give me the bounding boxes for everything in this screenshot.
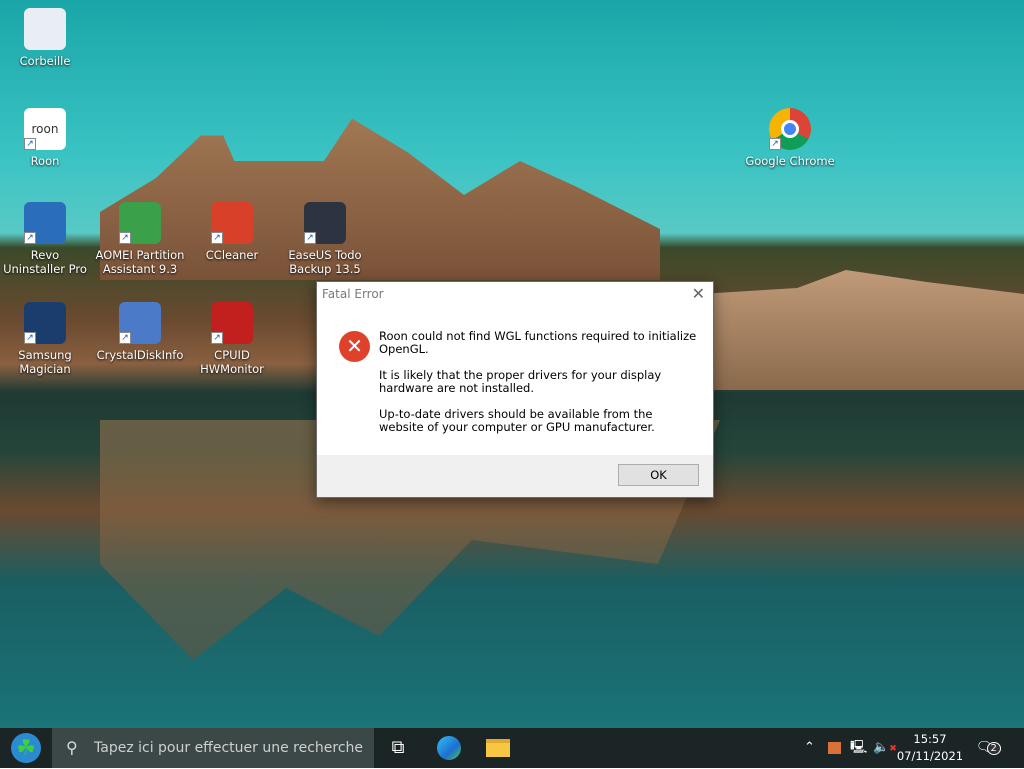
dialog-message: Roon could not find WGL functions requir… — [379, 330, 699, 447]
desktop-icon-label: CPUID HWMonitor — [200, 348, 264, 376]
time: 15:57 — [913, 732, 947, 746]
desktop-icon-label: AOMEI Partition Assistant 9.3 — [95, 248, 185, 276]
desktop-icon[interactable]: ↗ EaseUS Todo Backup 13.5 — [280, 202, 370, 276]
edge-icon[interactable] — [425, 728, 473, 768]
notification-center-icon[interactable]: 🗨2 — [976, 728, 1001, 768]
search-icon: ⚲ — [66, 738, 78, 757]
shortcut-arrow-icon: ↗ — [211, 232, 223, 244]
chrome-icon: ↗ — [769, 108, 811, 150]
message-line: It is likely that the proper drivers for… — [379, 368, 662, 395]
hwmonitor-icon: ↗ — [211, 302, 253, 344]
shortcut-arrow-icon: ↗ — [119, 332, 131, 344]
desktop-icon[interactable]: ↗ CPUID HWMonitor — [187, 302, 277, 376]
fatal-error-dialog: Fatal Error ✕ ✕ Roon could not find WGL … — [316, 281, 714, 498]
aomei-icon: ↗ — [119, 202, 161, 244]
notification-count: 2 — [986, 742, 1001, 755]
network-icon[interactable]: 🖳 — [850, 728, 867, 768]
dialog-footer: OK — [317, 455, 713, 497]
samsung-magician-icon: ↗ — [24, 302, 66, 344]
message-line: Up-to-date drivers should be available f… — [379, 407, 655, 434]
date: 07/11/2021 — [896, 749, 964, 763]
revo-icon: ↗ — [24, 202, 66, 244]
crystaldiskinfo-icon: ↗ — [119, 302, 161, 344]
desktop-icon-label: CrystalDiskInfo — [96, 348, 184, 362]
ccleaner-icon: ↗ — [211, 202, 253, 244]
easeus-icon: ↗ — [304, 202, 346, 244]
error-icon: ✕ — [339, 331, 370, 362]
clock[interactable]: 15:57 07/11/2021 — [893, 731, 967, 765]
desktop-icon[interactable]: ↗ CrystalDiskInfo — [95, 302, 185, 362]
desktop-icon-label: Roon — [30, 154, 60, 168]
close-icon[interactable]: ✕ — [692, 284, 705, 303]
start-button[interactable]: ☘ — [0, 728, 52, 768]
shortcut-arrow-icon: ↗ — [769, 138, 781, 150]
recycle-bin-icon — [24, 8, 66, 50]
desktop-icon[interactable]: ↗ Samsung Magician — [0, 302, 90, 376]
desktop-icon-label: Google Chrome — [745, 154, 835, 168]
taskbar: ☘ ⚲ Tapez ici pour effectuer une recherc… — [0, 728, 1024, 768]
desktop-icon-label: Samsung Magician — [18, 348, 72, 376]
dialog-title: Fatal Error — [322, 287, 384, 301]
desktop-icon-label: Revo Uninstaller Pro — [3, 248, 87, 276]
shortcut-arrow-icon: ↗ — [24, 232, 36, 244]
roon-icon: roon ↗ — [24, 108, 66, 150]
desktop-icon[interactable]: roon ↗ Roon — [0, 108, 90, 168]
desktop-icon-label: Corbeille — [19, 54, 71, 68]
message-line: Roon could not find WGL functions requir… — [379, 329, 697, 356]
desktop-icon-label: EaseUS Todo Backup 13.5 — [288, 248, 362, 276]
show-hidden-icons-chevron-icon[interactable]: ⌃ — [804, 728, 815, 768]
shortcut-arrow-icon: ↗ — [24, 138, 36, 150]
shortcut-arrow-icon: ↗ — [211, 332, 223, 344]
file-explorer-icon[interactable] — [474, 728, 522, 768]
desktop-icon[interactable]: ↗ CCleaner — [187, 202, 277, 262]
ok-button[interactable]: OK — [618, 464, 699, 486]
desktop-icon[interactable]: Corbeille — [0, 8, 90, 68]
desktop-icon[interactable]: ↗ AOMEI Partition Assistant 9.3 — [95, 202, 185, 276]
task-view-icon[interactable]: ⧉ — [374, 728, 422, 768]
shortcut-arrow-icon: ↗ — [304, 232, 316, 244]
search-placeholder: Tapez ici pour effectuer une recherche — [94, 740, 364, 756]
shortcut-arrow-icon: ↗ — [24, 332, 36, 344]
shortcut-arrow-icon: ↗ — [119, 232, 131, 244]
desktop-icon[interactable]: ↗ Revo Uninstaller Pro — [0, 202, 90, 276]
search-box[interactable]: ⚲ Tapez ici pour effectuer une recherche — [52, 728, 374, 768]
desktop-icon-label: CCleaner — [205, 248, 259, 262]
desktop-icon[interactable]: ↗ Google Chrome — [745, 108, 835, 168]
firewall-icon[interactable] — [828, 728, 841, 768]
clover-start-icon: ☘ — [11, 733, 41, 763]
